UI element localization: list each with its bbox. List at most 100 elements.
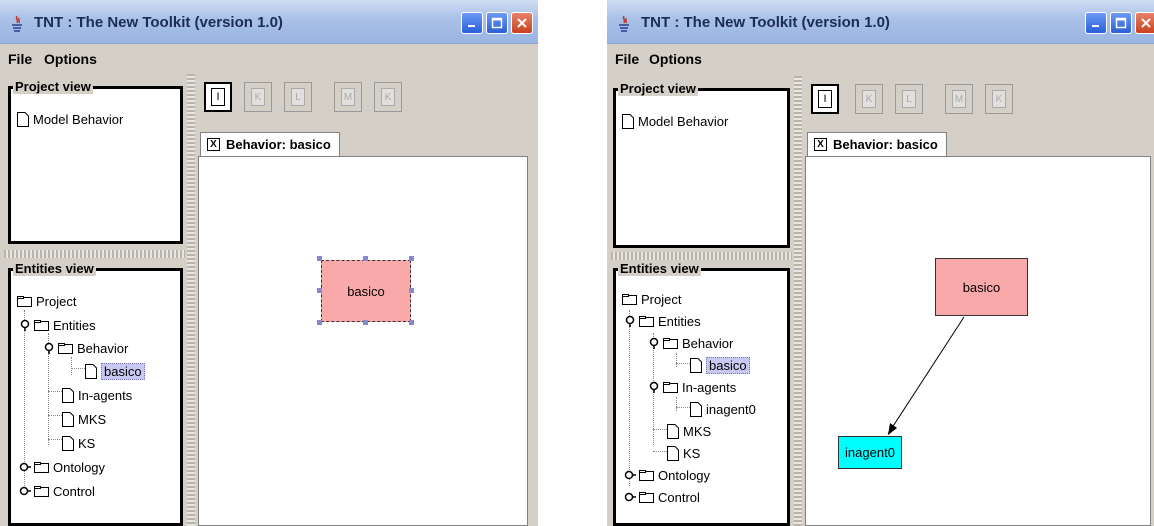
project-item[interactable]: Model Behavior (622, 111, 728, 131)
java-icon (12, 15, 22, 32)
folder-icon (622, 293, 637, 305)
entities-view-title: Entities view (618, 261, 701, 276)
horizontal-splitter[interactable] (4, 250, 185, 258)
tree-item-mks[interactable]: MKS (62, 409, 106, 429)
expanded-toggle-icon[interactable] (19, 319, 31, 331)
tab-close-icon[interactable]: X (814, 138, 827, 151)
folder-icon (34, 319, 49, 331)
expanded-toggle-icon[interactable] (648, 337, 660, 349)
tree-item-in-agents[interactable]: In-agents (62, 385, 132, 405)
expanded-toggle-icon[interactable] (624, 315, 636, 327)
project-view-title: Project view (13, 79, 93, 94)
tree-item-entities[interactable]: Entities (624, 311, 701, 331)
tree-item-basico[interactable]: basico (85, 361, 145, 381)
text-tool-icon: I (211, 88, 225, 106)
minimize-button[interactable] (461, 12, 483, 34)
horizontal-splitter[interactable] (611, 252, 792, 260)
collapsed-toggle-icon[interactable] (19, 485, 31, 497)
project-item-label: Model Behavior (638, 113, 729, 129)
document-icon (85, 363, 97, 379)
tree-item-basico[interactable]: basico (690, 355, 750, 375)
vertical-splitter[interactable] (794, 76, 802, 526)
vertical-splitter[interactable] (187, 74, 195, 526)
menu-bar: File Options (607, 48, 1154, 70)
document-icon (62, 387, 74, 403)
tree-label: inagent0 (706, 401, 756, 417)
menu-file[interactable]: File (8, 51, 32, 67)
title-bar[interactable]: TNT : The New Toolkit (version 1.0) (607, 0, 1154, 44)
tab-behavior-basico[interactable]: X Behavior: basico (200, 132, 340, 156)
tree-item-ks[interactable]: KS (62, 433, 95, 453)
diagram-canvas[interactable]: basico inagent0 (805, 156, 1151, 526)
node-basico[interactable]: basico (935, 258, 1028, 316)
tree-item-behavior[interactable]: Behavior (648, 333, 733, 353)
project-view-panel: Project view Model Behavior (613, 81, 790, 248)
k2-tool-button[interactable]: K (985, 84, 1013, 114)
node-label: basico (962, 279, 1001, 295)
toolbar: I K L M K (198, 74, 528, 118)
minimize-button[interactable] (1085, 12, 1107, 34)
tree-item-inagent0[interactable]: inagent0 (690, 399, 756, 419)
tree-item-entities[interactable]: Entities (19, 315, 96, 335)
tree-item-behavior[interactable]: Behavior (43, 338, 128, 358)
l-tool-button[interactable]: L (895, 84, 923, 114)
maximize-icon (491, 17, 503, 29)
document-icon (667, 445, 679, 461)
tree-label: Entities (53, 317, 96, 333)
document-icon (622, 113, 634, 129)
collapsed-toggle-icon[interactable] (624, 491, 636, 503)
tree-label: Control (53, 483, 95, 499)
tree-label-selected: basico (706, 356, 750, 374)
tab-close-icon[interactable]: X (207, 138, 220, 151)
document-icon (667, 423, 679, 439)
collapsed-toggle-icon[interactable] (624, 469, 636, 481)
l-tool-icon: L (291, 88, 305, 106)
maximize-button[interactable] (486, 12, 508, 34)
title-bar[interactable]: TNT : The New Toolkit (version 1.0) (0, 0, 538, 44)
expanded-toggle-icon[interactable] (43, 342, 55, 354)
menu-file[interactable]: File (615, 51, 639, 67)
close-icon (1141, 18, 1151, 28)
document-icon (690, 357, 702, 373)
tree-item-ks[interactable]: KS (667, 443, 700, 463)
maximize-button[interactable] (1110, 12, 1132, 34)
close-button[interactable] (511, 12, 533, 34)
project-item[interactable]: Model Behavior (17, 109, 123, 129)
tree-item-in-agents[interactable]: In-agents (648, 377, 736, 397)
k-tool-button[interactable]: K (855, 84, 883, 114)
text-tool-button[interactable]: I (811, 84, 839, 114)
tree-item-ontology[interactable]: Ontology (19, 457, 105, 477)
node-inagent0[interactable]: inagent0 (838, 436, 902, 469)
tree-item-control[interactable]: Control (624, 487, 700, 507)
tree-item-project[interactable]: Project (622, 289, 681, 309)
folder-icon (663, 381, 678, 393)
selection-handles[interactable] (317, 256, 415, 326)
tree-item-project[interactable]: Project (17, 291, 76, 311)
entities-view-title: Entities view (13, 261, 96, 276)
m-tool-button[interactable]: M (945, 84, 973, 114)
connector-arrow[interactable] (806, 157, 1152, 526)
tree-label-selected: basico (101, 362, 145, 380)
collapsed-toggle-icon[interactable] (19, 461, 31, 473)
k2-tool-icon: K (381, 88, 395, 106)
m-tool-button[interactable]: M (334, 82, 362, 112)
text-tool-button[interactable]: I (204, 82, 232, 112)
tree-item-control[interactable]: Control (19, 481, 95, 501)
tree-item-mks[interactable]: MKS (667, 421, 711, 441)
tree-label: Entities (658, 313, 701, 329)
tree-label: Behavior (77, 340, 129, 356)
entities-view-panel: Entities view Project Entities Behavior … (8, 261, 183, 526)
k-tool-button[interactable]: K (244, 82, 272, 112)
menu-options[interactable]: Options (44, 51, 97, 67)
tab-behavior-basico[interactable]: X Behavior: basico (807, 132, 947, 156)
menu-options[interactable]: Options (649, 51, 702, 67)
k2-tool-icon: K (992, 90, 1006, 108)
expanded-toggle-icon[interactable] (648, 381, 660, 393)
l-tool-button[interactable]: L (284, 82, 312, 112)
tree-item-ontology[interactable]: Ontology (624, 465, 710, 485)
folder-icon (639, 469, 654, 481)
tree-label: Ontology (658, 467, 711, 483)
diagram-canvas[interactable]: basico (198, 156, 528, 526)
k2-tool-button[interactable]: K (374, 82, 402, 112)
close-button[interactable] (1135, 12, 1154, 34)
